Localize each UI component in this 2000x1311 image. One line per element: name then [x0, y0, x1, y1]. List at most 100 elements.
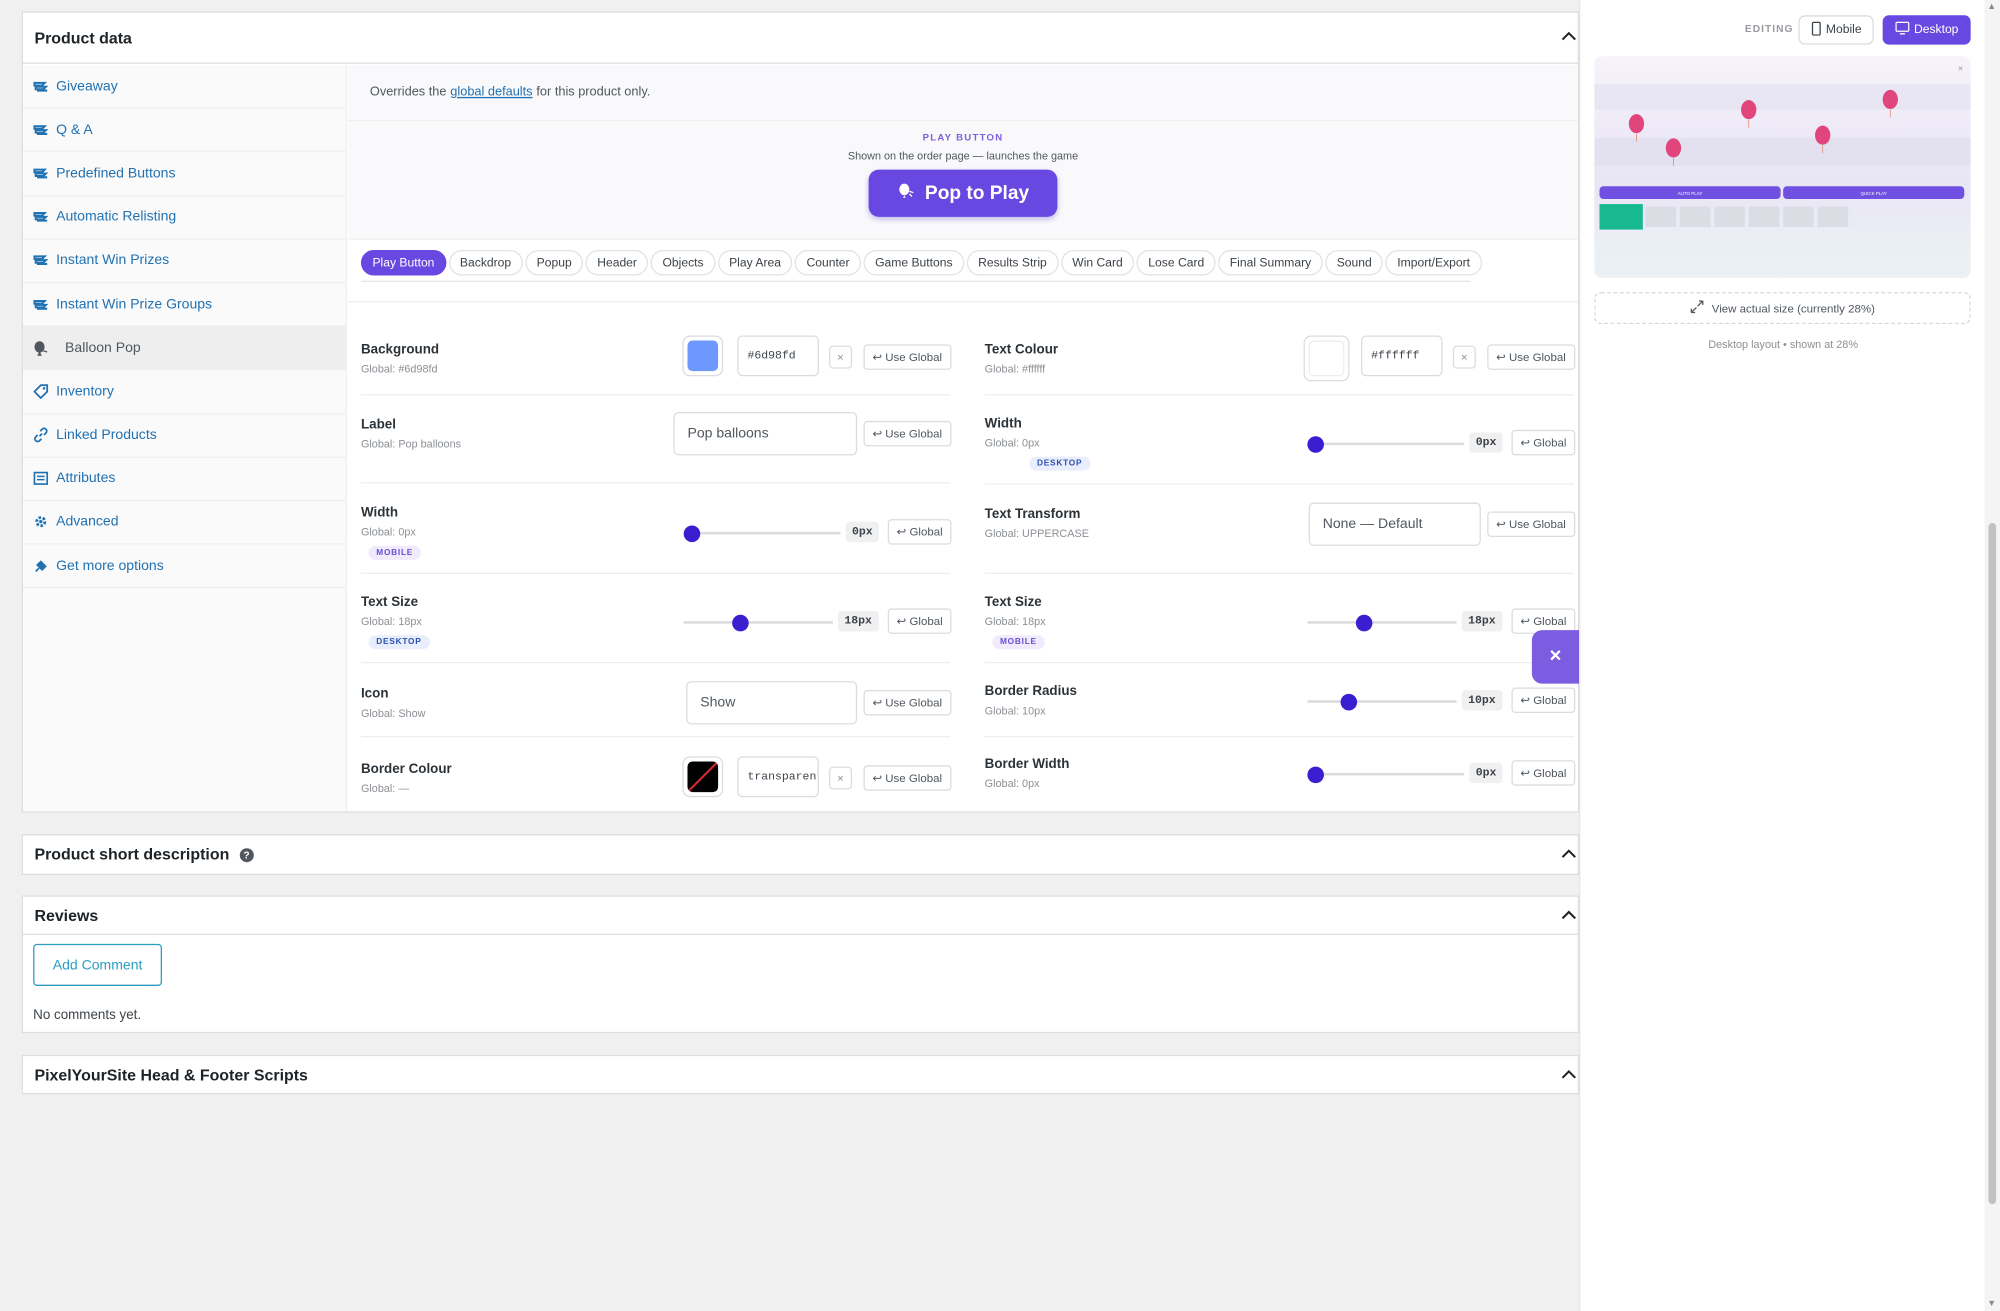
tab-label: Automatic Relisting: [56, 209, 177, 225]
tab-get-more-options[interactable]: Get more options: [22, 544, 346, 589]
preview-sidebar: EDITING Mobile Desktop × AUTO PLAY QUICK…: [1579, 0, 1985, 1311]
border-width-slider[interactable]: [1307, 765, 1465, 783]
pill-import-export[interactable]: Import/Export: [1385, 249, 1482, 276]
border-colour-swatch[interactable]: [682, 756, 724, 798]
text-transform-use-global-button[interactable]: ↩ Use Global: [1487, 511, 1575, 537]
scroll-down-arrow[interactable]: ▼: [1987, 1300, 1996, 1309]
tab-attributes[interactable]: Attributes: [22, 457, 346, 502]
text-size-desktop-global-button[interactable]: ↩ Global: [887, 608, 952, 634]
mobile-badge: MOBILE: [368, 545, 421, 560]
tab-giveaway[interactable]: Giveaway: [22, 65, 346, 109]
tab-linked-products[interactable]: Linked Products: [22, 413, 346, 458]
pill-counter[interactable]: Counter: [794, 249, 862, 276]
reviews-header[interactable]: Reviews: [22, 897, 1578, 935]
background-swatch[interactable]: [682, 335, 724, 377]
divider: [360, 394, 951, 396]
tab-predefined-buttons[interactable]: Predefined Buttons: [22, 152, 346, 196]
tab-automatic-relisting[interactable]: Automatic Relisting: [22, 195, 346, 240]
scrollbar-thumb[interactable]: [1988, 522, 1997, 1205]
pill-game-buttons[interactable]: Game Buttons: [863, 249, 965, 276]
background-clear-button[interactable]: ×: [829, 345, 853, 369]
label-global: Global: Pop balloons: [360, 437, 462, 451]
text-transform-global: Global: UPPERCASE: [984, 526, 1089, 540]
slider-handle[interactable]: [1340, 693, 1357, 710]
scroll-up-arrow[interactable]: ▲: [1987, 3, 1996, 12]
width-mobile-slider[interactable]: [683, 524, 841, 542]
balloon-icon: [897, 182, 915, 205]
icon-select[interactable]: Show: [686, 681, 858, 725]
text-colour-hex-input[interactable]: #ffffff: [1360, 335, 1443, 377]
mobile-view-button[interactable]: Mobile: [1798, 15, 1874, 45]
slider-handle[interactable]: [1307, 765, 1324, 783]
add-comment-button[interactable]: Add Comment: [33, 943, 162, 986]
icon-label: Icon: [360, 686, 389, 702]
border-radius-label: Border Radius: [984, 683, 1077, 699]
pill-backdrop[interactable]: Backdrop: [448, 249, 523, 276]
pop-to-play-button[interactable]: Pop to Play: [868, 169, 1058, 217]
border-colour-use-global-button[interactable]: ↩ Use Global: [863, 765, 951, 791]
pill-play-area[interactable]: Play Area: [717, 249, 793, 276]
background-use-global-button[interactable]: ↩ Use Global: [863, 344, 951, 370]
global-defaults-link[interactable]: global defaults: [450, 85, 532, 99]
background-hex-input[interactable]: #6d98fd: [737, 335, 819, 377]
slider-handle[interactable]: [1307, 435, 1324, 453]
tab-balloon-pop[interactable]: Balloon Pop: [22, 326, 346, 371]
width-mobile-global-button[interactable]: ↩ Global: [887, 519, 952, 545]
pill-play-button[interactable]: Play Button: [360, 249, 446, 276]
tab-qa[interactable]: Q & A: [22, 108, 346, 153]
pill-objects[interactable]: Objects: [651, 249, 716, 276]
pill-win-card[interactable]: Win Card: [1060, 249, 1135, 276]
border-width-global-button[interactable]: ↩ Global: [1511, 760, 1576, 786]
help-icon[interactable]: ?: [239, 847, 254, 862]
width-desktop-slider[interactable]: [1307, 435, 1465, 453]
border-radius-slider[interactable]: [1307, 693, 1457, 710]
chevron-up-icon[interactable]: [1560, 907, 1578, 925]
pill-popup[interactable]: Popup: [525, 249, 584, 276]
pill-header[interactable]: Header: [585, 249, 649, 276]
tab-instant-win-prizes[interactable]: Instant Win Prizes: [22, 239, 346, 284]
border-colour-hex-input[interactable]: transparent: [737, 756, 819, 798]
width-desktop-global: Global: 0px: [984, 436, 1040, 449]
pixelyoursite-header[interactable]: PixelYourSite Head & Footer Scripts: [23, 1056, 1578, 1094]
pill-final-summary[interactable]: Final Summary: [1218, 249, 1323, 276]
tab-inventory[interactable]: Inventory: [22, 370, 346, 414]
slider-handle[interactable]: [683, 524, 701, 542]
pill-sound[interactable]: Sound: [1325, 249, 1384, 276]
width-desktop-value: 0px: [1469, 432, 1503, 453]
slider-handle[interactable]: [1356, 614, 1374, 631]
pill-lose-card[interactable]: Lose Card: [1136, 249, 1216, 276]
pill-results-strip[interactable]: Results Strip: [966, 249, 1059, 276]
icon-use-global-button[interactable]: ↩ Use Global: [863, 690, 951, 716]
product-data-header[interactable]: Product data: [22, 13, 1578, 64]
slider-handle[interactable]: [732, 614, 750, 631]
text-size-desktop-slider[interactable]: [683, 614, 833, 631]
divider: [984, 394, 1574, 396]
view-actual-size-button[interactable]: View actual size (currently 28%): [1594, 292, 1971, 324]
desktop-badge: DESKTOP: [1029, 456, 1090, 471]
chevron-up-icon[interactable]: [1560, 846, 1578, 864]
text-colour-use-global-button[interactable]: ↩ Use Global: [1487, 344, 1575, 370]
border-colour-clear-button[interactable]: ×: [829, 766, 853, 790]
chevron-up-icon[interactable]: [1560, 1066, 1578, 1084]
game-preview-drawing: × AUTO PLAY QUICK PLAY: [1594, 63, 1971, 279]
text-size-mobile-slider[interactable]: [1307, 614, 1457, 631]
reviews-title: Reviews: [34, 906, 99, 925]
label-input[interactable]: Pop balloons: [673, 411, 858, 456]
tab-advanced[interactable]: Advanced: [22, 501, 346, 545]
desktop-view-button[interactable]: Desktop: [1882, 15, 1971, 45]
tab-instant-win-prize-groups[interactable]: Instant Win Prize Groups: [22, 283, 346, 327]
border-radius-global-button[interactable]: ↩ Global: [1511, 687, 1576, 714]
text-colour-swatch[interactable]: [1303, 335, 1350, 382]
short-description-header[interactable]: Product short description ?: [23, 835, 1578, 873]
text-transform-select[interactable]: None — Default: [1308, 502, 1481, 546]
sidebar-scrollbar[interactable]: ▲ ▼: [1984, 0, 2000, 1311]
width-mobile-value: 0px: [845, 521, 880, 543]
close-preview-button[interactable]: ×: [1531, 630, 1580, 684]
divider: [984, 661, 1574, 664]
label-use-global-button[interactable]: ↩ Use Global: [863, 420, 951, 447]
width-desktop-global-button[interactable]: ↩ Global: [1511, 429, 1576, 456]
pixelyoursite-title: PixelYourSite Head & Footer Scripts: [34, 1066, 308, 1085]
chevron-up-icon[interactable]: [1560, 28, 1578, 46]
text-size-mobile-global: Global: 18px: [984, 614, 1046, 628]
text-colour-clear-button[interactable]: ×: [1452, 345, 1476, 369]
